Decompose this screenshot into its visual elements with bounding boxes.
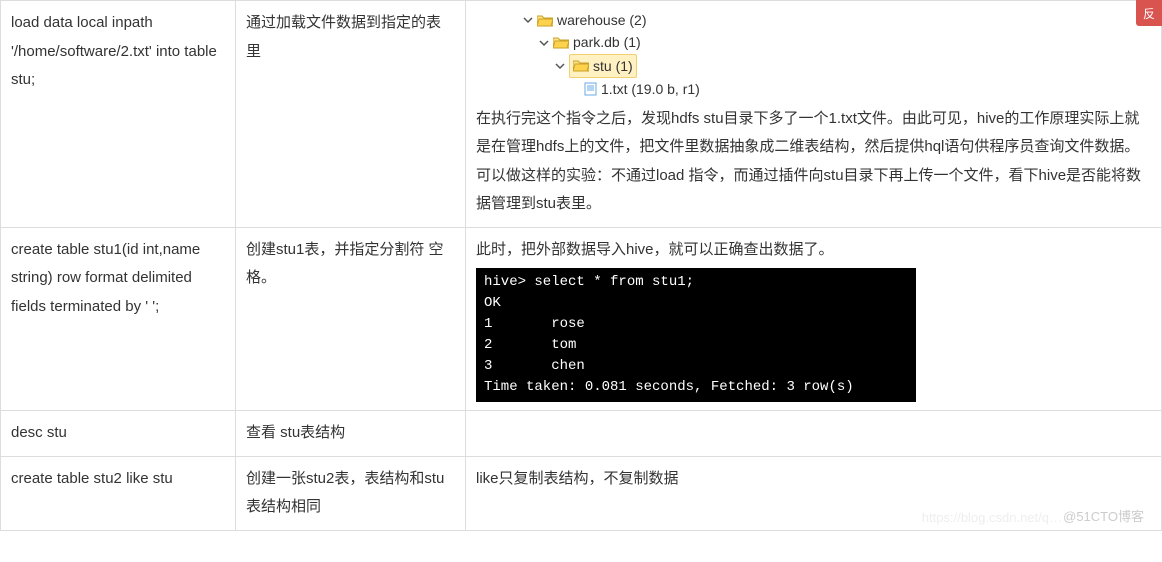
table-row: desc stu 查看 stu表结构 (1, 411, 1162, 457)
folder-open-icon (537, 14, 553, 27)
corner-badge-icon[interactable]: 反 (1136, 0, 1162, 26)
table-row: create table stu1(id int,name string) ro… (1, 227, 1162, 411)
tree-label: stu (1) (593, 55, 633, 77)
caret-down-icon[interactable] (538, 37, 550, 49)
cmd-cell: load data local inpath '/home/software/2… (1, 1, 236, 228)
tree-label: warehouse (2) (557, 9, 647, 31)
desc-cell: 创建stu1表，并指定分割符 空格。 (236, 227, 466, 411)
tree-node: warehouse (2) (476, 9, 1151, 31)
tree-node: park.db (1) (476, 31, 1151, 53)
tree-label: park.db (1) (573, 31, 641, 53)
detail-cell: warehouse (2) park.db (1) stu (1) 1 (466, 1, 1162, 228)
desc-cell: 创建一张stu2表，表结构和stu表结构相同 (236, 456, 466, 530)
cmd-cell: desc stu (1, 411, 236, 457)
detail-cell: like只复制表结构，不复制数据 (466, 456, 1162, 530)
table-row: load data local inpath '/home/software/2… (1, 1, 1162, 228)
tree-node-selected[interactable]: stu (1) (476, 54, 1151, 78)
file-tree: warehouse (2) park.db (1) stu (1) 1 (476, 9, 1151, 105)
cmd-cell: create table stu1(id int,name string) ro… (1, 227, 236, 411)
caret-down-icon[interactable] (554, 60, 566, 72)
paragraph: 可以做这样的实验：不通过load 指令，而通过插件向stu目录下再上传一个文件，… (476, 162, 1151, 219)
tree-leaf[interactable]: 1.txt (19.0 b, r1) (476, 78, 1151, 100)
detail-cell (466, 411, 1162, 457)
command-table: load data local inpath '/home/software/2… (0, 0, 1162, 531)
paragraph: 此时，把外部数据导入hive，就可以正确查出数据了。 (476, 236, 1151, 265)
detail-cell: 此时，把外部数据导入hive，就可以正确查出数据了。 hive> select … (466, 227, 1162, 411)
caret-down-icon[interactable] (522, 14, 534, 26)
desc-cell: 通过加载文件数据到指定的表里 (236, 1, 466, 228)
file-icon (584, 82, 597, 96)
folder-open-icon (573, 59, 589, 72)
desc-cell: 查看 stu表结构 (236, 411, 466, 457)
paragraph: 在执行完这个指令之后，发现hdfs stu目录下多了一个1.txt文件。由此可见… (476, 105, 1151, 162)
folder-open-icon (553, 36, 569, 49)
cmd-cell: create table stu2 like stu (1, 456, 236, 530)
table-row: create table stu2 like stu 创建一张stu2表，表结构… (1, 456, 1162, 530)
terminal-output: hive> select * from stu1; OK 1 rose 2 to… (476, 268, 916, 402)
tree-label: 1.txt (19.0 b, r1) (601, 78, 700, 100)
